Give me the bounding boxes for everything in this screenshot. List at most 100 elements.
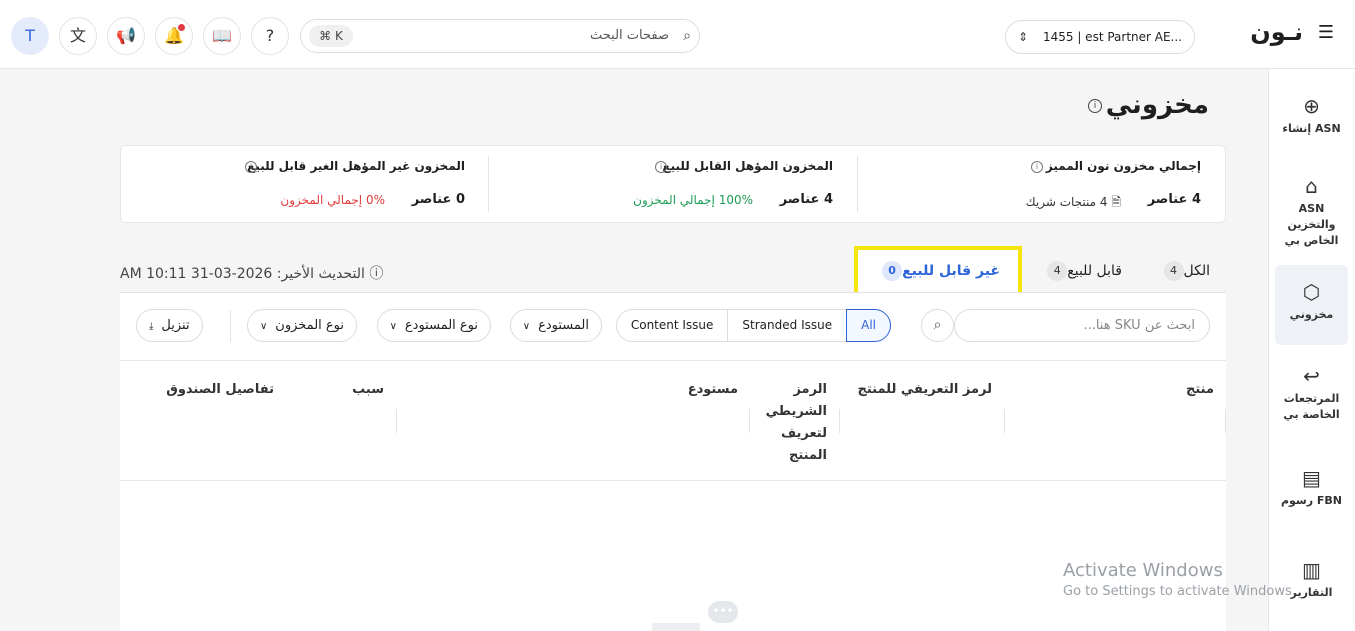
- info-icon[interactable]: i: [655, 161, 667, 173]
- divider: [488, 156, 489, 212]
- filter-row: ابحث عن SKU هنا... ⌕ All Stranded Issue …: [120, 293, 1226, 360]
- sidebar-item-inventory[interactable]: ⬡ مخزوني: [1275, 265, 1348, 345]
- sidebar: ⊕ إنشاء ASN ⌂ ASN والتخزين الخاص بي ⬡ مخ…: [1268, 69, 1355, 631]
- inventory-type-dropdown[interactable]: نوع المخزون ∨: [246, 309, 357, 342]
- summary-heading: إجمالي مخزون نون المميز: [1045, 159, 1201, 173]
- tab-label: الكل: [1183, 263, 1211, 279]
- sku-search-input[interactable]: ابحث عن SKU هنا...: [954, 309, 1210, 342]
- sidebar-item-create-asn[interactable]: ⊕ إنشاء ASN: [1275, 95, 1348, 137]
- warehouse-icon: ⌂: [1305, 174, 1318, 198]
- summary-sub: 🗎 4 منتجات شريك: [1026, 193, 1121, 214]
- tab-count: 4: [1047, 261, 1068, 281]
- summary-value: 0 عناصر: [411, 192, 465, 207]
- tab-all[interactable]: الكل4: [1158, 250, 1211, 292]
- summary-total: إجمالي مخزون نون المميز i 4 عناصر 🗎 4 من…: [881, 146, 1201, 224]
- search-icon[interactable]: ⌕: [921, 309, 954, 342]
- summary-heading: المخزون غير المؤهل الغير قابل للبيع: [247, 159, 465, 173]
- dropdown-label: نوع المخزون: [275, 318, 344, 333]
- empty-state-illustration: [652, 623, 700, 631]
- page-title: مخزوني: [1105, 90, 1209, 120]
- document-icon: 🗎: [1107, 195, 1121, 209]
- shortcut-badge: ⌘ K: [309, 25, 353, 47]
- col-product: منتج: [1185, 382, 1214, 397]
- partner-selector[interactable]: ⇕ 1455 | est Partner AE...: [1005, 20, 1195, 54]
- info-icon[interactable]: i: [245, 161, 257, 173]
- tab-unsellable[interactable]: غير قابل للبيع0: [854, 246, 1022, 296]
- avatar[interactable]: T: [11, 17, 49, 55]
- download-icon: ⤓: [149, 321, 154, 332]
- notification-dot: [178, 24, 185, 31]
- tab-count: 0: [882, 261, 903, 281]
- info-icon[interactable]: i: [1088, 99, 1102, 113]
- col-barcode: الرمز الشريطي لتعريف المنتج: [765, 382, 827, 463]
- summary-sub: 100% إجمالي المخزون: [633, 193, 753, 207]
- info-icon: ⓘ: [364, 266, 384, 282]
- chevron-down-icon: ∨: [389, 321, 397, 332]
- bell-icon[interactable]: 🔔: [155, 17, 193, 55]
- box-icon: ⬡: [1302, 280, 1321, 304]
- help-icon[interactable]: ?: [251, 17, 289, 55]
- column-divider: [749, 409, 750, 433]
- dropdown-label: نوع المستودع: [404, 318, 478, 333]
- summary-heading: المخزون المؤهل القابل للبيع: [662, 159, 833, 173]
- sidebar-item-label: المرتجعات الخاصة بي: [1283, 392, 1340, 421]
- top-bar: ☰ نـون ⇕ 1455 | est Partner AE... ⌕ صفحا…: [0, 0, 1355, 69]
- summary-sub-text: 4 منتجات شريك: [1025, 195, 1108, 209]
- summary-eligible: المخزون المؤهل القابل للبيع i 4 عناصر 10…: [513, 146, 833, 224]
- sidebar-item-label: رسوم FBN: [1280, 494, 1343, 507]
- tab-count: 4: [1163, 261, 1184, 281]
- book-icon[interactable]: 📖: [203, 17, 241, 55]
- watermark-line2: Go to Settings to activate Windows.: [1063, 584, 1296, 599]
- chevron-updown-icon: ⇕: [1018, 30, 1029, 44]
- inventory-tabs: الكل4 قابل للبيع4 غير قابل للبيع0 ⓘ التح…: [120, 246, 1226, 296]
- issue-filter: All Stranded Issue Content Issue: [615, 309, 891, 342]
- chat-bubble-icon: •••: [708, 601, 738, 623]
- segment-all[interactable]: All: [846, 309, 891, 342]
- last-update-text: التحديث الأخير: 2026-03-31 10:11 AM: [120, 266, 365, 282]
- warehouse-type-dropdown[interactable]: نوع المستودع ∨: [376, 309, 491, 342]
- megaphone-icon[interactable]: 📢: [107, 17, 145, 55]
- chevron-down-icon: ∨: [522, 321, 531, 332]
- segment-stranded[interactable]: Stranded Issue: [727, 309, 848, 342]
- column-divider: [1004, 409, 1005, 433]
- info-icon[interactable]: i: [1031, 161, 1043, 173]
- col-box-details: تفاصيل الصندوق: [166, 382, 274, 397]
- noon-logo[interactable]: نـون: [1250, 18, 1303, 46]
- tab-label: قابل للبيع: [1067, 263, 1122, 279]
- summary-ineligible: المخزون غير المؤهل الغير قابل للبيع i 0 …: [135, 146, 465, 224]
- download-label: تنزيل: [161, 318, 190, 333]
- sidebar-item-label: إنشاء ASN: [1282, 122, 1341, 135]
- download-button[interactable]: تنزيل ⤓: [136, 309, 203, 342]
- sidebar-item-label: ASN والتخزين الخاص بي: [1284, 202, 1339, 247]
- warehouse-dropdown[interactable]: المستودع ∨: [509, 309, 602, 342]
- menu-icon[interactable]: ☰: [1317, 24, 1335, 42]
- inventory-summary: إجمالي مخزون نون المميز i 4 عناصر 🗎 4 من…: [120, 145, 1226, 223]
- summary-value: 4 عناصر: [1147, 192, 1201, 207]
- sidebar-item-label: التقارير: [1290, 586, 1333, 599]
- inventory-panel: ابحث عن SKU هنا... ⌕ All Stranded Issue …: [120, 292, 1226, 631]
- col-reason: سبب: [352, 382, 384, 397]
- translate-icon[interactable]: 文: [59, 17, 97, 55]
- tab-label: غير قابل للبيع: [902, 263, 1000, 279]
- col-warehouse: مستودع: [687, 382, 738, 397]
- search-icon: ⌕: [683, 28, 691, 44]
- summary-value: 4 عناصر: [779, 192, 833, 207]
- sidebar-item-returns[interactable]: ↩ المرتجعات الخاصة بي: [1275, 365, 1348, 423]
- windows-watermark: Activate Windows Go to Settings to activ…: [1063, 560, 1296, 599]
- global-search[interactable]: ⌕ صفحات البحث ⌘ K: [300, 19, 700, 53]
- tab-sellable[interactable]: قابل للبيع4: [1041, 250, 1122, 292]
- column-divider: [1225, 409, 1226, 433]
- segment-content[interactable]: Content Issue: [615, 309, 729, 342]
- summary-sub: 0% إجمالي المخزون: [280, 193, 385, 207]
- last-update: ⓘ التحديث الأخير: 2026-03-31 10:11 AM: [120, 263, 383, 283]
- receipt-icon: ▤: [1302, 466, 1321, 490]
- watermark-line1: Activate Windows: [1063, 560, 1223, 581]
- sidebar-item-asn-storage[interactable]: ⌂ ASN والتخزين الخاص بي: [1275, 175, 1348, 249]
- col-product-id: لرمز التعريفي للمنتج: [857, 382, 992, 397]
- dropdown-label: المستودع: [538, 318, 589, 333]
- column-divider: [396, 409, 397, 433]
- sidebar-item-fbn-fees[interactable]: ▤ رسوم FBN: [1275, 467, 1348, 509]
- sidebar-item-label: مخزوني: [1289, 308, 1334, 321]
- plus-circle-icon: ⊕: [1303, 94, 1320, 118]
- chevron-down-icon: ∨: [259, 321, 268, 332]
